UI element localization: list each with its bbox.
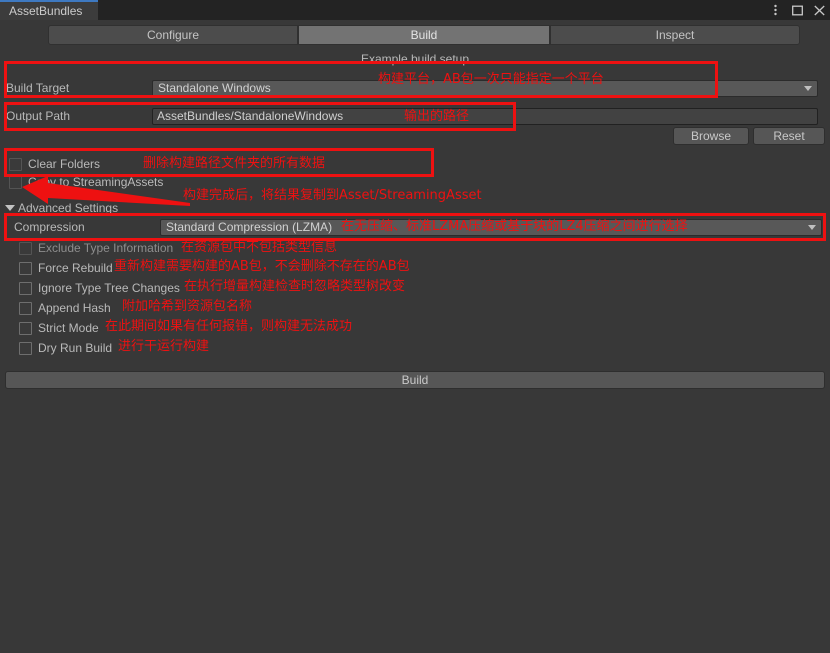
- copy-to-streamingassets-checkbox[interactable]: [9, 175, 22, 189]
- output-path-value: AssetBundles/StandaloneWindows: [157, 109, 344, 123]
- reset-button-label: Reset: [773, 129, 805, 143]
- annotation-force-rebuild: 重新构建需要构建的AB包，不会删除不存在的AB包: [114, 259, 410, 274]
- tab-configure-label: Configure: [146, 28, 200, 42]
- strict-mode-label: Strict Mode: [38, 321, 99, 335]
- example-build-setup-caption: Example build setup: [360, 52, 470, 66]
- tab-inspect-label: Inspect: [655, 28, 695, 42]
- triangle-down-icon: [5, 205, 15, 211]
- clear-folders-row[interactable]: Clear Folders: [9, 156, 100, 172]
- clear-folders-checkbox[interactable]: [9, 157, 22, 171]
- annotation-dry-run: 进行干运行构建: [118, 339, 210, 354]
- maximize-icon[interactable]: [791, 4, 804, 17]
- build-target-value: Standalone Windows: [158, 81, 271, 95]
- output-path-input[interactable]: AssetBundles/StandaloneWindows: [152, 107, 818, 125]
- ignore-type-tree-changes-checkbox[interactable]: [19, 281, 32, 295]
- build-target-label: Build Target: [6, 81, 70, 95]
- append-hash-row[interactable]: Append Hash: [19, 300, 111, 316]
- chevron-down-icon: [804, 86, 812, 91]
- annotation-append-hash: 附加哈希到资源包名称: [122, 299, 253, 314]
- annotation-ignore-type-tree: 在执行增量构建检查时忽略类型树改变: [184, 279, 406, 294]
- window-title-bar: AssetBundles: [0, 0, 830, 20]
- window-tab-assetbundles[interactable]: AssetBundles: [0, 0, 98, 20]
- browse-button[interactable]: Browse: [673, 127, 749, 145]
- advanced-settings-label: Advanced Settings: [18, 201, 119, 215]
- build-button[interactable]: Build: [5, 371, 825, 389]
- annotation-exclude-type: 在资源包中不包括类型信息: [181, 240, 338, 255]
- tab-inspect[interactable]: Inspect: [550, 25, 800, 45]
- mode-tabs: Configure Build Inspect: [48, 25, 800, 45]
- force-rebuild-label: Force Rebuild: [38, 261, 113, 275]
- build-button-label: Build: [401, 373, 429, 387]
- annotation-build-target: 构建平台，AB包一次只能指定一个平台: [378, 72, 604, 87]
- strict-mode-checkbox[interactable]: [19, 321, 32, 335]
- force-rebuild-row[interactable]: Force Rebuild: [19, 260, 113, 276]
- clear-folders-label: Clear Folders: [28, 157, 101, 171]
- annotation-output-path: 输出的路径: [404, 109, 470, 124]
- annotation-compression: 在无压缩、标准LZMA压缩或基于块的LZ4压缩之间进行选择: [341, 219, 688, 234]
- ignore-type-tree-changes-label: Ignore Type Tree Changes: [38, 281, 180, 295]
- close-icon[interactable]: [813, 4, 826, 17]
- annotation-copy-streaming: 构建完成后，将结果复制到Asset/StreamingAsset: [183, 188, 482, 203]
- dry-run-build-label: Dry Run Build: [38, 341, 113, 355]
- browse-button-label: Browse: [690, 129, 731, 143]
- strict-mode-row[interactable]: Strict Mode: [19, 320, 99, 336]
- copy-to-streamingassets-label: Copy to StreamingAssets: [28, 175, 164, 189]
- window-tab-label: AssetBundles: [9, 4, 83, 18]
- advanced-settings-foldout[interactable]: Advanced Settings: [5, 200, 118, 216]
- append-hash-label: Append Hash: [38, 301, 111, 315]
- annotation-strict-mode: 在此期间如果有任何报错，则构建无法成功: [105, 319, 353, 334]
- append-hash-checkbox[interactable]: [19, 301, 32, 315]
- tab-configure[interactable]: Configure: [48, 25, 298, 45]
- kebab-menu-icon[interactable]: [769, 4, 782, 17]
- tab-build[interactable]: Build: [298, 25, 550, 45]
- compression-label: Compression: [14, 220, 85, 234]
- dry-run-build-checkbox[interactable]: [19, 341, 32, 355]
- exclude-type-information-label: Exclude Type Information: [38, 241, 174, 255]
- exclude-type-information-checkbox[interactable]: [19, 241, 32, 255]
- compression-value: Standard Compression (LZMA): [166, 220, 333, 234]
- annotation-clear-folders: 删除构建路径文件夹的所有数据: [143, 156, 326, 171]
- chevron-down-icon: [808, 225, 816, 230]
- copy-to-streamingassets-row[interactable]: Copy to StreamingAssets: [9, 174, 163, 190]
- ignore-type-tree-changes-row[interactable]: Ignore Type Tree Changes: [19, 280, 180, 296]
- reset-button[interactable]: Reset: [753, 127, 825, 145]
- dry-run-build-row[interactable]: Dry Run Build: [19, 340, 112, 356]
- window-controls: [769, 0, 826, 20]
- output-path-label: Output Path: [6, 109, 71, 123]
- tab-build-label: Build: [410, 28, 438, 42]
- force-rebuild-checkbox[interactable]: [19, 261, 32, 275]
- exclude-type-information-row[interactable]: Exclude Type Information: [19, 240, 173, 256]
